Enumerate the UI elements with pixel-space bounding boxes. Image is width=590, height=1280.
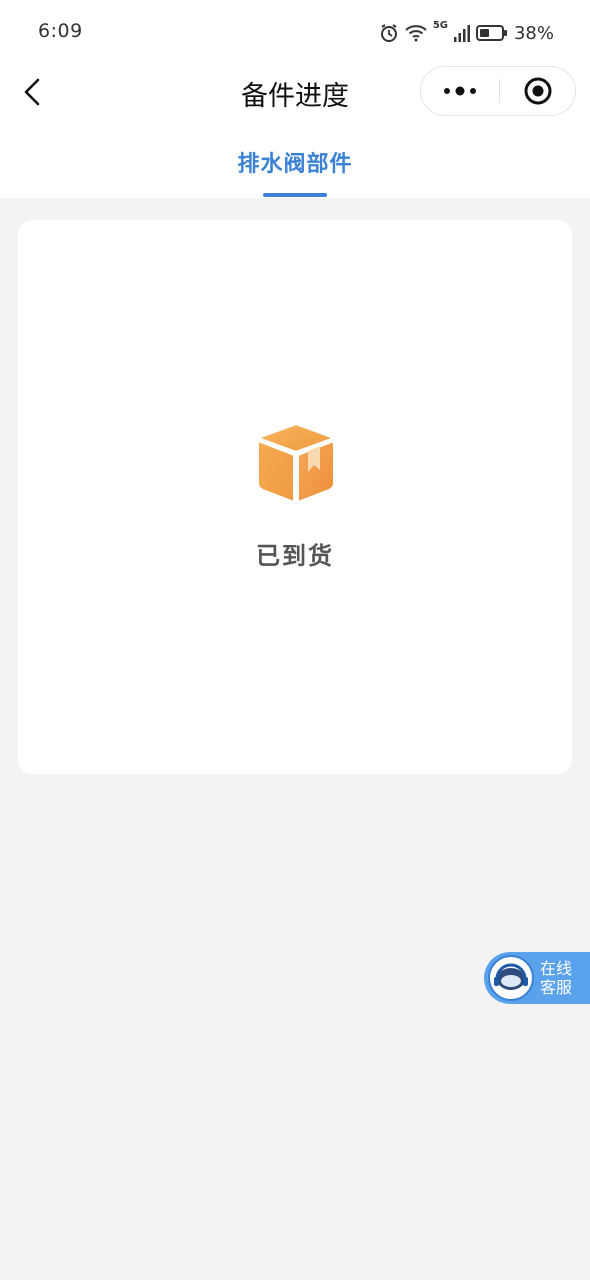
tab-drain-valve-parts[interactable]: 排水阀部件: [0, 146, 590, 178]
service-label: 在线 客服: [540, 959, 588, 997]
mini-program-capsule: [420, 66, 576, 116]
service-label-line2: 客服: [540, 978, 573, 997]
online-service-button[interactable]: 在线 客服: [484, 952, 590, 1004]
service-avatar-icon: [488, 955, 534, 1001]
nav-bar: 备件进度: [0, 64, 590, 120]
active-tab-indicator: [263, 193, 327, 197]
tab-bar: 排水阀部件: [0, 120, 590, 198]
more-dots-icon: [444, 86, 476, 96]
more-button[interactable]: [421, 67, 499, 115]
status-icons: 5G 38%: [379, 20, 554, 46]
target-close-icon: [524, 77, 552, 105]
battery-icon: [475, 25, 507, 41]
status-bar: 6:09 5G 38%: [0, 0, 590, 64]
signal-icon: [453, 25, 470, 42]
wifi-icon: [405, 25, 427, 42]
network-type: 5G: [432, 20, 448, 31]
progress-card: 已到货: [18, 220, 572, 774]
alarm-icon: [380, 24, 397, 42]
package-box-icon: [257, 423, 335, 503]
status-time: 6:09: [38, 20, 83, 42]
arrival-status: 已到货: [256, 542, 334, 570]
close-button[interactable]: [500, 67, 576, 115]
battery-level: 38%: [513, 22, 554, 44]
service-label-line1: 在线: [540, 959, 573, 978]
